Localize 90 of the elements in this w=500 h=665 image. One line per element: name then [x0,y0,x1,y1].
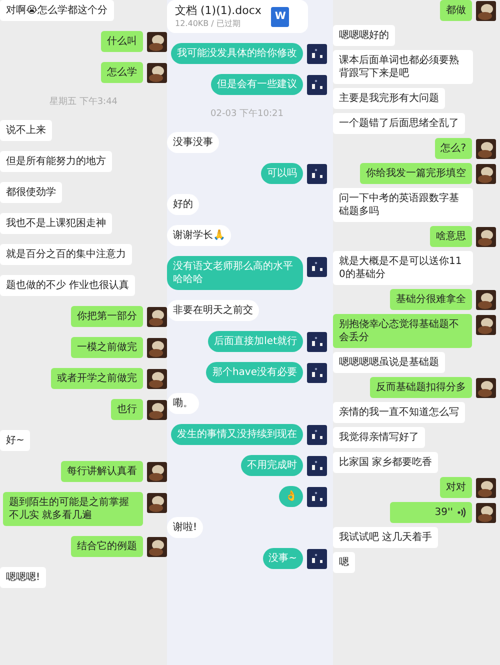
file-card[interactable]: 文档 (1)(1).docx 12.40KB / 已过期 W [167,0,308,33]
avatar[interactable] [307,75,327,95]
avatar[interactable] [307,549,327,569]
message-bubble: 反而基础题扣得分多 [370,377,472,398]
message-bubble: 好的 [167,194,199,215]
timestamp: 星期五 下午3:44 [48,96,119,109]
avatar[interactable] [476,227,496,247]
message-bubble: 后面直接加let就行 [208,331,303,352]
message-bubble: 我可能没发具体的给你修改 [171,43,303,64]
document-icon: W [271,6,290,26]
avatar[interactable] [476,378,496,398]
message-bubble: 嗯 [333,552,355,573]
avatar[interactable] [307,487,327,507]
message-bubble: 都做 [440,0,472,21]
message-bubble: 没事~ [262,548,303,569]
avatar[interactable] [476,315,496,335]
message-bubble: 那个have没有必要 [206,362,303,383]
avatar[interactable] [476,503,496,523]
avatar[interactable] [476,290,496,310]
message-bubble: 我试试吧 这几天着手 [333,527,438,548]
avatar[interactable] [147,32,167,52]
avatar[interactable] [307,363,327,383]
message-bubble: 说不上来 [0,120,52,141]
avatar[interactable] [307,332,327,352]
message-bubble: 怎么学 [101,62,143,83]
message-bubble: 非要在明天之前交 [167,300,259,321]
message-bubble: 好~ [0,430,30,451]
message-bubble: 没有语文老师那么高的水平哈哈哈 [167,256,303,290]
message-bubble: 不用完成时 [241,455,303,476]
message-bubble: 亲情的我一直不知道怎么写 [333,402,465,423]
message-bubble: 一模之前做完 [71,337,143,358]
avatar[interactable] [147,537,167,557]
message-bubble: 对对 [440,477,472,498]
avatar[interactable] [307,257,327,277]
message-bubble: 谢谢学长🙏 [167,225,231,246]
avatar[interactable] [307,164,327,184]
message-bubble: 都很使劲学 [0,182,62,203]
message-bubble: 基础分很难拿全 [390,289,472,310]
sound-wave-icon [457,507,466,518]
avatar[interactable] [147,400,167,420]
message-bubble: 每行讲解认真看 [61,461,143,482]
message-bubble: 但是所有能努力的地方 [0,151,112,172]
avatar[interactable] [476,1,496,21]
message-bubble: 但是会有一些建议 [211,74,303,95]
message-bubble: 嗯嗯嗯嗯虽说是基础题 [333,352,445,373]
message-bubble: 啥意思 [430,226,472,247]
voice-message[interactable]: 39'' [390,502,472,523]
message-bubble: 发生的事情又没持续到现在 [171,424,303,445]
message-bubble: 也行 [111,399,143,420]
timestamp: 02-03 下午10:21 [210,108,284,121]
avatar[interactable] [476,478,496,498]
avatar[interactable] [147,338,167,358]
file-name: 文档 (1)(1).docx [175,4,262,18]
message-bubble: 题也做的不少 作业也很认真 [0,275,136,296]
message-bubble: 嘞。 [167,393,199,414]
message-bubble: 我觉得亲情写好了 [333,427,425,448]
message-bubble: 嗯嗯嗯! [0,567,46,588]
message-bubble: 没事没事 [167,132,219,153]
avatar[interactable] [147,63,167,83]
avatar[interactable] [476,164,496,184]
avatar[interactable] [147,462,167,482]
avatar[interactable] [307,44,327,64]
avatar[interactable] [147,307,167,327]
message-bubble: 👌 [279,486,303,507]
message-bubble: 或者开学之前做完 [51,368,143,389]
message-bubble: 我也不是上课犯困走神 [0,213,112,234]
message-bubble: 课本后面单词也都必须要熟背跟写下来是吧 [333,50,473,84]
avatar[interactable] [147,369,167,389]
message-bubble: 你把第一部分 [71,306,143,327]
message-bubble: 问一下中考的英语跟数字基础题多吗 [333,188,473,222]
message-bubble: 就是大概是不是可以送你110的基础分 [333,251,473,285]
message-bubble: 别抱侥幸心态觉得基础题不会丢分 [333,314,472,348]
message-bubble: 对啊😭怎么学都这个分 [0,0,114,21]
avatar[interactable] [147,493,167,513]
message-bubble: 你给我发一篇完形填空 [360,163,472,184]
message-bubble: 比家国 家乡都要吃香 [333,452,438,473]
avatar[interactable] [307,425,327,445]
avatar[interactable] [307,456,327,476]
message-bubble: 嗯嗯嗯好的 [333,25,395,46]
message-bubble: 题到陌生的可能是之前掌握不儿实 就多看几遍 [3,492,143,526]
message-bubble: 怎么? [434,138,472,159]
message-bubble: 什么叫 [101,31,143,52]
avatar[interactable] [476,139,496,159]
message-bubble: 可以吗 [261,163,303,184]
message-bubble: 就是百分之百的集中注意力 [0,244,132,265]
file-size: 12.40KB / 已过期 [175,18,242,29]
message-bubble: 谢啦! [167,517,204,538]
message-bubble: 结合它的例题 [71,536,143,557]
message-bubble: 主要是我完形有大问题 [333,88,445,109]
message-bubble: 一个题错了后面思绪全乱了 [333,113,465,134]
